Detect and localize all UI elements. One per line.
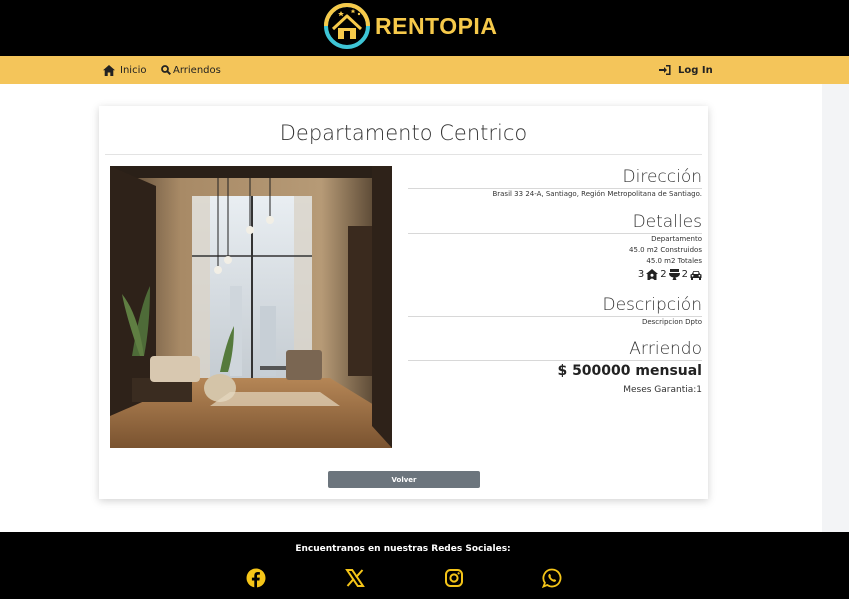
- detalles-tipo: Departamento: [651, 235, 702, 243]
- property-title: Departamento Centrico: [279, 121, 528, 145]
- descripcion-section: Descripción Descripcion Dpto: [408, 295, 702, 328]
- whatsapp-icon: [541, 568, 562, 589]
- x-icon: [345, 569, 365, 587]
- site-footer: Encuentranos en nuestras Redes Sociales:: [0, 532, 849, 599]
- nav-login-label: Log In: [678, 64, 713, 76]
- detalles-heading: Detalles: [632, 212, 702, 232]
- detalles-section: Detalles Departamento 45.0 m2 Construido…: [408, 212, 702, 280]
- property-photo-carousel[interactable]: [110, 166, 392, 448]
- brand-logo[interactable]: RENTOPIA: [322, 1, 497, 51]
- facebook-link[interactable]: [246, 568, 266, 588]
- whatsapp-link[interactable]: [541, 568, 562, 589]
- arriendo-heading: Arriendo: [629, 339, 702, 359]
- direccion-heading: Dirección: [622, 167, 702, 187]
- direccion-value: Brasil 33 24-A, Santiago, Región Metropo…: [492, 190, 702, 198]
- house-user-icon: [646, 269, 659, 280]
- toilet-icon: [668, 269, 680, 280]
- banos-count: 2: [660, 269, 667, 280]
- instagram-link[interactable]: [444, 568, 464, 588]
- arriendo-section: Arriendo $ 500000 mensual Meses Garantia…: [408, 339, 702, 395]
- meses-garantia: Meses Garantia:1: [623, 385, 702, 395]
- dormitorios-count: 3: [637, 269, 645, 280]
- sign-in-icon: [659, 65, 671, 75]
- detalles-features: 3 2 2: [408, 269, 702, 280]
- footer-title: Encuentranos en nuestras Redes Sociales:: [295, 544, 511, 554]
- property-card: Departamento Centrico Dirección Brasil 3…: [99, 106, 708, 499]
- search-icon: [161, 65, 171, 75]
- nav-inicio-label: Inicio: [120, 64, 147, 76]
- arriendo-rule: [408, 360, 702, 361]
- arriendo-price: $ 500000 mensual: [557, 363, 702, 379]
- direccion-section: Dirección Brasil 33 24-A, Santiago, Regi…: [408, 167, 702, 200]
- apartment-photo: [110, 166, 392, 448]
- house-logo-icon: [324, 3, 370, 49]
- estacionamientos-count: 2: [681, 269, 688, 280]
- car-icon: [690, 270, 702, 280]
- brand-name: RENTOPIA: [375, 12, 498, 39]
- instagram-icon: [445, 569, 463, 587]
- facebook-icon: [246, 568, 266, 588]
- nav-inicio-link[interactable]: Inicio: [103, 56, 146, 84]
- title-divider: [105, 154, 702, 155]
- volver-button[interactable]: Volver: [328, 471, 480, 488]
- nav-arriendos-label: Arriendos: [173, 64, 221, 76]
- nav-arriendos-link[interactable]: Arriendos: [161, 56, 221, 84]
- x-link[interactable]: [345, 568, 365, 588]
- detalles-totales: 45.0 m2 Totales: [646, 257, 702, 265]
- descripcion-value: Descripcion Dpto: [641, 318, 702, 326]
- page-gutter: [822, 84, 849, 532]
- site-header: RENTOPIA: [0, 0, 849, 56]
- main-navbar: Inicio Arriendos Log In: [0, 56, 849, 84]
- nav-login-link[interactable]: Log In: [659, 56, 713, 84]
- descripcion-heading: Descripción: [602, 295, 702, 315]
- home-icon: [103, 64, 115, 76]
- detalles-construidos: 45.0 m2 Construidos: [629, 246, 702, 254]
